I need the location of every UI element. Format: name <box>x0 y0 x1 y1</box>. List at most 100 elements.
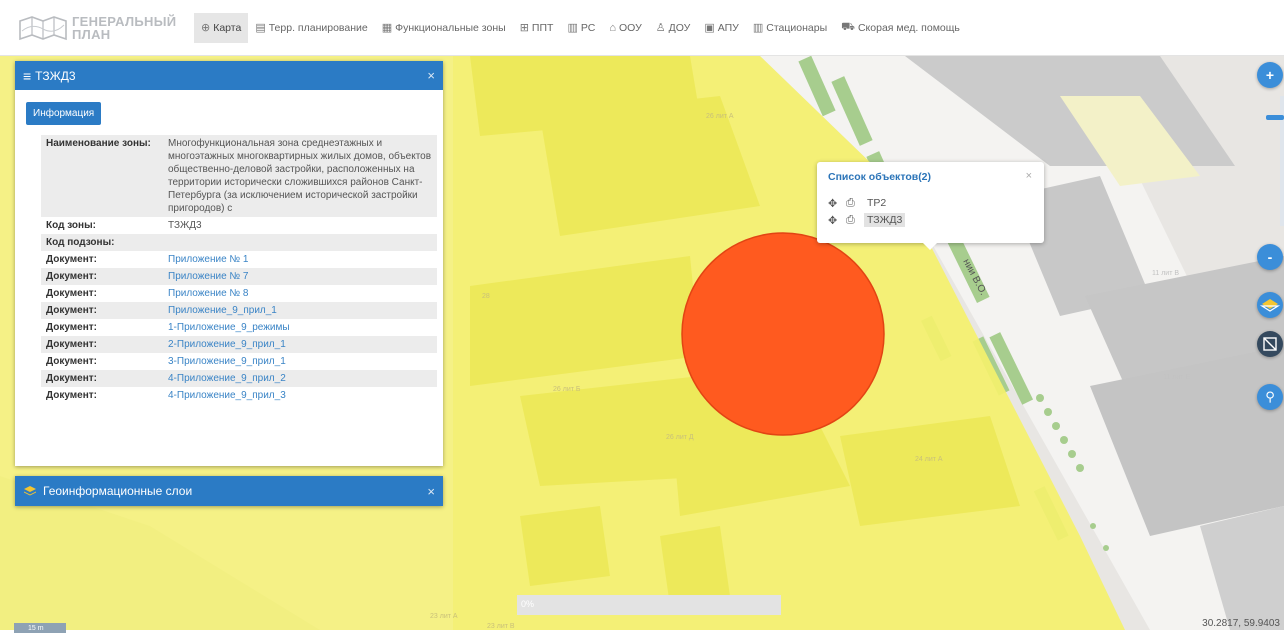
document-link[interactable]: Приложение № 1 <box>168 254 249 265</box>
logo-icon <box>19 15 67 40</box>
attribute-value: Многофункциональная зона среднеэтажных и… <box>168 138 432 214</box>
document-link[interactable]: Приложение № 8 <box>168 288 249 299</box>
popup-item-label[interactable]: ТР2 <box>864 196 889 210</box>
layers-button[interactable] <box>1257 292 1283 318</box>
attribute-value: 1-Приложение_9_режимы <box>163 319 437 336</box>
document-link[interactable]: Приложение_9_прил_1 <box>168 305 277 316</box>
nav-item-label: АПУ <box>717 21 739 34</box>
top-bar: ГЕНЕРАЛЬНЫЙ ПЛАН ⊕ Карта ▤ Терр. планиро… <box>0 0 1284 56</box>
nav-item-label: ООУ <box>618 21 642 34</box>
zoom-slider-handle[interactable] <box>1266 115 1284 120</box>
nav-item-label: Терр. планирование <box>268 21 368 34</box>
document-icon: ▤ <box>255 22 266 34</box>
document-link[interactable]: 4-Приложение_9_прил_3 <box>168 390 286 401</box>
layers-icon <box>1259 299 1281 312</box>
map-label: 23 лит А <box>430 613 458 620</box>
selection-circle[interactable] <box>681 232 885 436</box>
move-icon[interactable]: ✥ <box>828 214 840 227</box>
print-icon[interactable]: ⎙ <box>846 214 858 227</box>
attribute-key: Документ: <box>46 339 98 350</box>
nav-item-territorial-planning[interactable]: ▤ Терр. планирование <box>248 13 374 43</box>
attribute-key: Документ: <box>46 254 98 265</box>
zoom-out-button[interactable]: - <box>1257 244 1283 270</box>
zone-panel-header[interactable]: ≡ ТЗЖД3 × <box>15 61 443 90</box>
map-label: 24 лит А <box>915 456 943 463</box>
search-icon: ⚲ <box>1265 389 1275 404</box>
map-label: 26 лит А <box>706 113 734 120</box>
zoom-in-button[interactable]: + <box>1257 62 1283 88</box>
info-button[interactable]: Информация <box>26 102 102 125</box>
table-row: Документ: 1-Приложение_9_режимы <box>41 319 437 336</box>
hospital-icon: ▥ <box>752 22 764 34</box>
layers-stack-icon <box>24 486 36 496</box>
document-link[interactable]: 3-Приложение_9_прил_1 <box>168 356 286 367</box>
nav-item-label: Карта <box>213 21 242 34</box>
move-icon[interactable]: ✥ <box>828 197 840 210</box>
nav-item-dou[interactable]: ♙ ДОУ <box>649 13 698 43</box>
main-nav: ⊕ Карта ▤ Терр. планирование ▦ Функциона… <box>194 0 967 56</box>
close-icon[interactable]: × <box>1026 170 1032 182</box>
id-card-icon: ▣ <box>704 22 715 34</box>
close-icon[interactable]: × <box>427 484 435 499</box>
attribute-key: Документ: <box>46 356 98 367</box>
progress-text: 0% <box>521 599 535 609</box>
nav-item-ppt[interactable]: ⊞ ППТ <box>513 13 561 43</box>
measure-button[interactable] <box>1257 331 1283 357</box>
attribute-value: 3-Приложение_9_прил_1 <box>163 353 437 370</box>
attribute-value: ТЗЖД3 <box>168 220 202 231</box>
logo[interactable]: ГЕНЕРАЛЬНЫЙ ПЛАН <box>18 13 194 43</box>
geo-layers-header[interactable]: Геоинформационные слои × <box>15 476 443 506</box>
nav-item-map[interactable]: ⊕ Карта <box>194 12 249 43</box>
table-row: Документ: 4-Приложение_9_прил_3 <box>41 387 437 404</box>
attribute-key: Документ: <box>46 322 98 333</box>
nav-item-label: Функциональные зоны <box>395 21 506 34</box>
loading-progress-bar: 0% <box>517 595 781 615</box>
attribute-key: Документ: <box>46 390 98 401</box>
table-icon: ⊞ <box>519 22 529 34</box>
attribute-value: 2-Приложение_9_прил_1 <box>163 336 437 353</box>
menu-icon: ≡ <box>23 67 32 84</box>
document-link[interactable]: 1-Приложение_9_режимы <box>168 322 290 333</box>
close-icon[interactable]: × <box>427 68 435 83</box>
nav-item-label: ДОУ <box>668 21 691 34</box>
table-row: Документ: 3-Приложение_9_прил_1 <box>41 353 437 370</box>
document-link[interactable]: 4-Приложение_9_прил_2 <box>168 373 286 384</box>
attribute-key: Документ: <box>46 271 98 282</box>
nav-item-label: Стационары <box>766 21 828 34</box>
popup-item-label-selected[interactable]: ТЗЖД3 <box>864 213 906 227</box>
print-icon[interactable]: ⎙ <box>846 197 858 210</box>
document-link[interactable]: Приложение № 7 <box>168 271 249 282</box>
map-label: 28 <box>482 293 490 300</box>
popup-list-item: ✥ ⎙ ТЗЖД3 <box>828 213 906 227</box>
attribute-value: 4-Приложение_9_прил_3 <box>163 387 437 404</box>
child-icon: ♙ <box>655 22 666 34</box>
nav-item-apu[interactable]: ▣ АПУ <box>697 13 746 43</box>
nav-item-functional-zones[interactable]: ▦ Функциональные зоны <box>375 13 513 43</box>
attribute-value: Приложение № 8 <box>163 285 437 302</box>
nav-item-rs[interactable]: ▥ РС <box>560 13 602 43</box>
logo-text-line2: ПЛАН <box>72 26 111 42</box>
table-row: Документ: 4-Приложение_9_прил_2 <box>41 370 437 387</box>
file-icon: ▥ <box>567 22 578 34</box>
attribute-value: 4-Приложение_9_прил_2 <box>163 370 437 387</box>
popup-list-item: ✥ ⎙ ТР2 <box>828 196 889 210</box>
table-row: Наименование зоны: Многофункциональная зо… <box>41 135 437 217</box>
geo-layers-panel: Геоинформационные слои × <box>15 476 443 506</box>
zone-attributes-table: Наименование зоны: Многофункциональная зо… <box>41 135 437 404</box>
scale-text: 15 m <box>28 625 44 632</box>
table-row: Документ: 2-Приложение_9_прил_1 <box>41 336 437 353</box>
ambulance-icon: ⛟ <box>841 20 855 33</box>
search-button[interactable]: ⚲ <box>1257 384 1283 410</box>
nav-item-oou[interactable]: ⌂ ООУ <box>602 13 648 43</box>
zone-info-panel: ≡ ТЗЖД3 × Информация Наименование зоны: М… <box>15 61 443 466</box>
nav-item-ambulance[interactable]: ⛟ Скорая мед. помощь <box>834 13 967 43</box>
document-link[interactable]: 2-Приложение_9_прил_1 <box>168 339 286 350</box>
attribute-key: Документ: <box>46 305 98 316</box>
attribute-key: Код зоны: <box>46 220 96 231</box>
map-label: 11 лит В <box>1152 270 1179 277</box>
popup-title: Список объектов(2) <box>828 171 932 183</box>
ruler-icon <box>1263 337 1277 351</box>
attribute-value: Приложение № 7 <box>163 268 437 285</box>
nav-item-hospitals[interactable]: ▥ Стационары <box>746 13 834 43</box>
cursor-coordinates: 30.2817, 59.9403 <box>1202 618 1280 629</box>
